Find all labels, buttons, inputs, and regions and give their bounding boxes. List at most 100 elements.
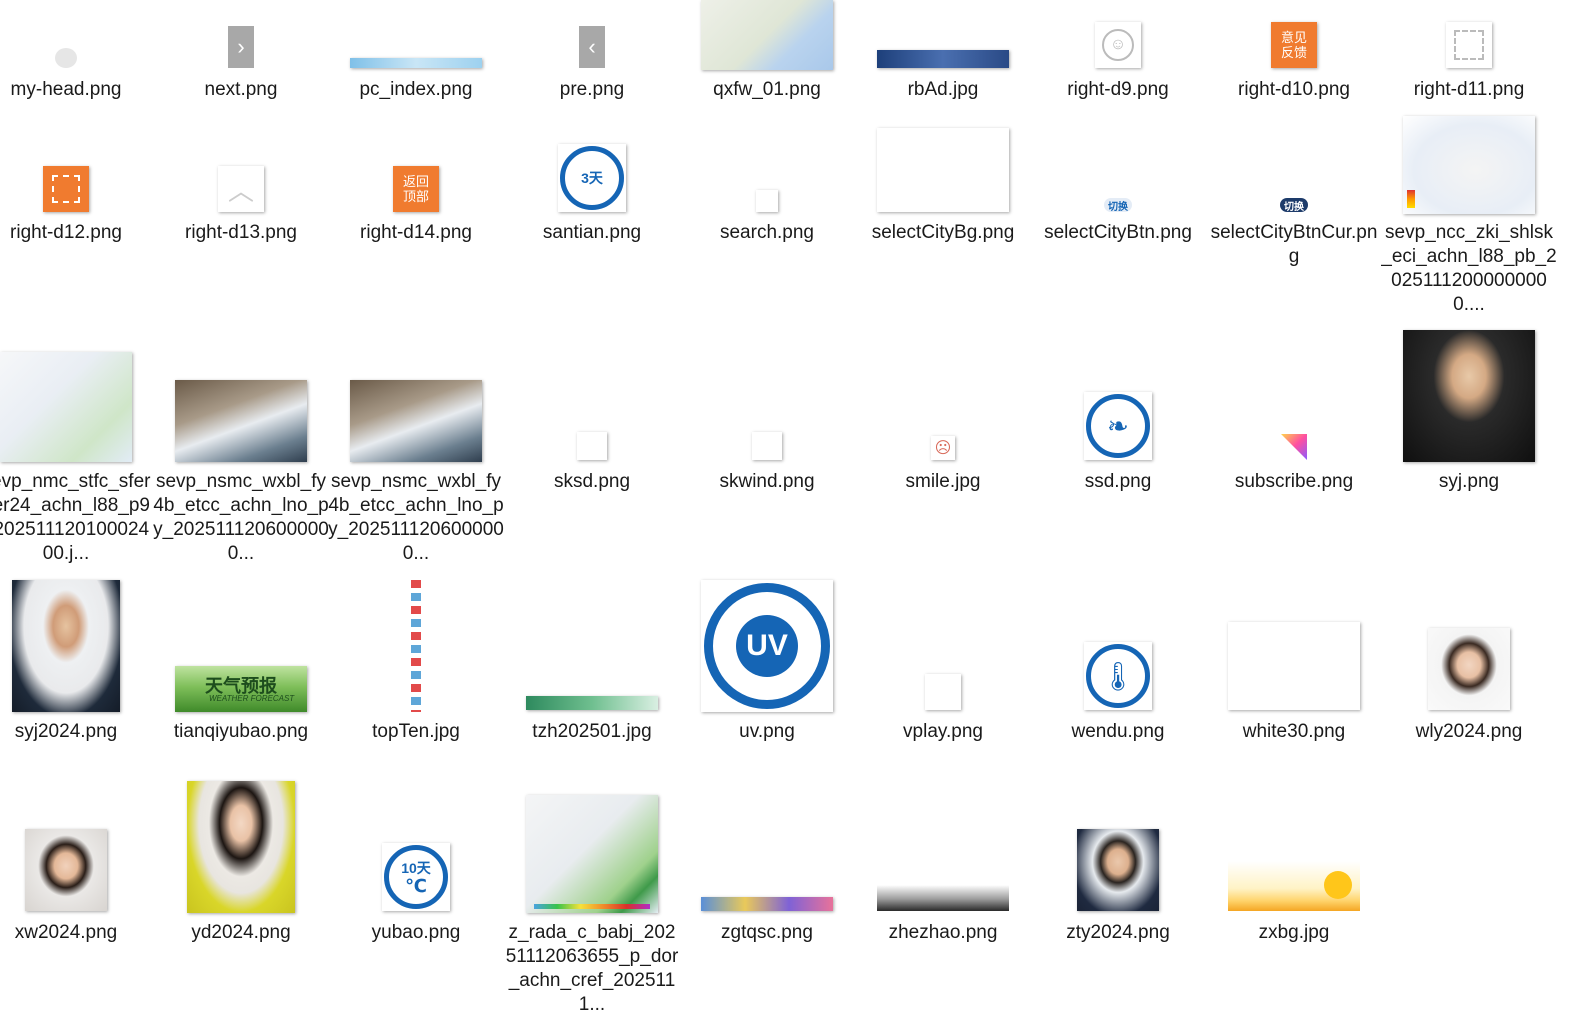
- file-name: my-head.png: [10, 79, 122, 100]
- file-item[interactable]: ‹ pre.png: [504, 0, 680, 110]
- file-name: white30.png: [1242, 721, 1346, 742]
- file-name: skwind.png: [719, 471, 815, 492]
- file-item[interactable]: 天气预报 WEATHER FORECAST tianqiyubao.png: [153, 570, 329, 770]
- file-name: sksd.png: [553, 471, 631, 492]
- thermometer-3day-icon: 3天: [558, 144, 626, 212]
- file-item[interactable]: vplay.png: [855, 570, 1031, 770]
- blank-thumbnail: [577, 432, 607, 460]
- file-item[interactable]: UV uv.png: [679, 570, 855, 770]
- back-to-top-icon: 返回 顶部: [393, 166, 439, 212]
- file-item[interactable]: 切换 selectCityBtn.png: [1030, 110, 1206, 340]
- file-name: subscribe.png: [1234, 471, 1354, 492]
- file-name: tianqiyubao.png: [173, 721, 309, 742]
- file-name: zhezhao.png: [888, 922, 998, 943]
- file-name: wendu.png: [1071, 721, 1165, 742]
- file-item[interactable]: xw2024.png: [0, 771, 154, 1029]
- file-name: vplay.png: [903, 721, 983, 742]
- file-name: next.png: [204, 79, 278, 100]
- file-item[interactable]: sevp_nsmc_wxbl_fy4b_etcc_achn_lno_py_202…: [328, 340, 504, 570]
- file-item[interactable]: ☺ right-d9.png: [1030, 0, 1206, 110]
- uv-sun-icon: UV: [701, 580, 833, 712]
- banner-thumbnail: [701, 897, 833, 911]
- file-item[interactable]: sevp_nsmc_wxbl_fy4b_etcc_achn_lno_py_202…: [153, 340, 329, 570]
- file-item[interactable]: sevp_nmc_stfc_sfer_er24_achn_l88_p9_2025…: [0, 340, 154, 570]
- subscribe-gradient-icon: [1281, 434, 1307, 460]
- file-name: xw2024.png: [14, 922, 118, 943]
- file-name: syj2024.png: [14, 721, 118, 742]
- file-item[interactable]: sevp_ncc_zki_shlsk_eci_achn_l88_pb_20251…: [1381, 110, 1557, 340]
- file-item[interactable]: › next.png: [153, 0, 329, 110]
- file-item[interactable]: selectCityBg.png: [855, 110, 1031, 340]
- portrait-photo: [12, 580, 120, 712]
- file-name: zgtqsc.png: [721, 922, 813, 943]
- file-item[interactable]: syj2024.png: [0, 570, 154, 770]
- chevron-right-icon: ›: [228, 26, 254, 68]
- file-name: yd2024.png: [191, 922, 291, 943]
- map-thumbnail: [701, 0, 833, 70]
- file-item[interactable]: zty2024.png: [1030, 771, 1206, 1029]
- avatar-placeholder-icon: [55, 48, 77, 68]
- file-item[interactable]: z_rada_c_babj_20251112063655_p_dor_achn_…: [504, 771, 680, 1029]
- file-name: selectCityBg.png: [871, 222, 1015, 243]
- feedback-icon: 意见 反馈: [1271, 22, 1317, 68]
- file-name: zxbg.jpg: [1258, 922, 1330, 943]
- file-item[interactable]: white30.png: [1206, 570, 1382, 770]
- file-item[interactable]: ❧ ssd.png: [1030, 340, 1206, 570]
- file-item[interactable]: sksd.png: [504, 340, 680, 570]
- file-name: right-d9.png: [1067, 79, 1169, 100]
- chevron-up-icon: ︿: [218, 166, 264, 212]
- weather-forecast-banner: 天气预报 WEATHER FORECAST: [175, 666, 307, 712]
- file-item[interactable]: tzh202501.jpg: [504, 570, 680, 770]
- file-item[interactable]: zhezhao.png: [855, 771, 1031, 1029]
- file-item[interactable]: topTen.jpg: [328, 570, 504, 770]
- portrait-photo: [1403, 330, 1535, 462]
- file-item[interactable]: 🌡 wendu.png: [1030, 570, 1206, 770]
- file-item[interactable]: my-head.png: [0, 0, 154, 110]
- file-item[interactable]: 切换 selectCityBtnCur.png: [1206, 110, 1382, 340]
- file-item[interactable]: wly2024.png: [1381, 570, 1557, 770]
- file-name: qxfw_01.png: [713, 79, 821, 100]
- file-item[interactable]: yd2024.png: [153, 771, 329, 1029]
- file-name: sevp_ncc_zki_shlsk_eci_achn_l88_pb_20251…: [1381, 222, 1557, 315]
- file-name: uv.png: [739, 721, 795, 742]
- file-name: tzh202501.jpg: [532, 721, 652, 742]
- file-name: right-d13.png: [185, 222, 297, 243]
- file-item[interactable]: 10天 ℃ yubao.png: [328, 771, 504, 1029]
- file-name: z_rada_c_babj_20251112063655_p_dor_achn_…: [505, 922, 679, 1015]
- file-item[interactable]: subscribe.png: [1206, 340, 1382, 570]
- file-item[interactable]: skwind.png: [679, 340, 855, 570]
- file-item[interactable]: 返回 顶部 right-d14.png: [328, 110, 504, 340]
- thermometer-up-icon: 🌡: [1084, 642, 1152, 710]
- banner-thumbnail: [350, 58, 482, 68]
- map-thumbnail: [0, 352, 132, 462]
- file-name: yubao.png: [371, 922, 461, 943]
- file-item[interactable]: zgtqsc.png: [679, 771, 855, 1029]
- file-name: wly2024.png: [1415, 721, 1523, 742]
- file-item[interactable]: zxbg.jpg: [1206, 771, 1382, 1029]
- file-name: pre.png: [559, 79, 625, 100]
- file-item[interactable]: qxfw_01.png: [679, 0, 855, 110]
- file-item[interactable]: rbAd.jpg: [855, 0, 1031, 110]
- file-item[interactable]: ☹ smile.jpg: [855, 340, 1031, 570]
- chevron-left-icon: ‹: [579, 26, 605, 68]
- file-item[interactable]: 意见 反馈 right-d10.png: [1206, 0, 1382, 110]
- file-item[interactable]: right-d11.png: [1381, 0, 1557, 110]
- file-item[interactable]: right-d12.png: [0, 110, 154, 340]
- frame-corners-icon: [1446, 22, 1492, 68]
- file-item[interactable]: ︿ right-d13.png: [153, 110, 329, 340]
- portrait-photo: [1077, 829, 1159, 911]
- satellite-thumbnail: [175, 380, 307, 462]
- satellite-thumbnail: [350, 380, 482, 462]
- file-item[interactable]: 3天 santian.png: [504, 110, 680, 340]
- map-thumbnail: [1403, 116, 1535, 214]
- file-item[interactable]: syj.png: [1381, 330, 1557, 570]
- portrait-photo: [187, 781, 295, 913]
- file-item[interactable]: pc_index.png: [328, 0, 504, 110]
- gradient-mask-thumbnail: [877, 885, 1009, 911]
- file-name: right-d10.png: [1238, 79, 1350, 100]
- sunrise-banner: [1228, 861, 1360, 911]
- file-name: sevp_nsmc_wxbl_fy4b_etcc_achn_lno_py_202…: [153, 471, 329, 564]
- leaf-circle-icon: ❧: [1084, 392, 1152, 460]
- blank-thumbnail: [925, 674, 961, 710]
- file-item[interactable]: search.png: [679, 110, 855, 340]
